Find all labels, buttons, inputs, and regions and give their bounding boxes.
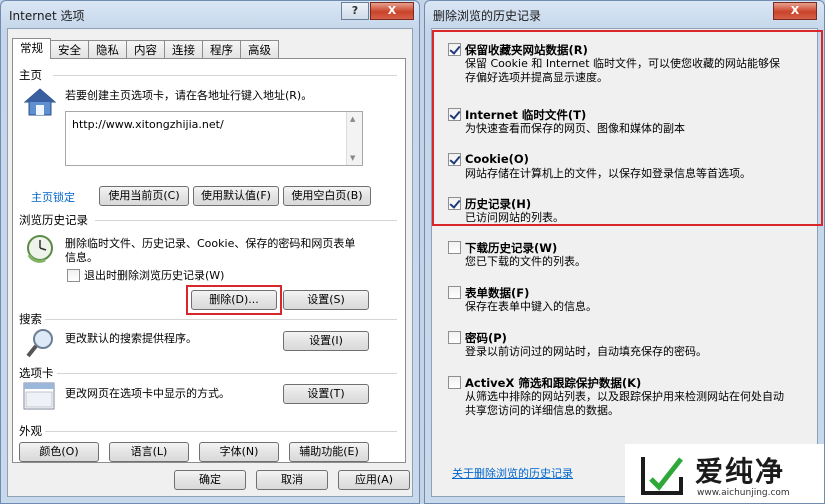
use-blank-button[interactable]: 使用空白页(B) (283, 186, 371, 206)
search-icon (26, 329, 53, 358)
search-settings-button[interactable]: 设置(I) (283, 331, 369, 351)
tabs-heading: 选项卡 (19, 366, 54, 380)
home-heading: 主页 (19, 68, 42, 82)
tabs-description: 更改网页在选项卡中显示的方式。 (65, 387, 230, 400)
internet-options-window: Internet 选项 ? X 常规 安全 隐私 内容 连接 程序 高级 主页 … (0, 0, 420, 504)
item-title: 历史记录(H) (465, 197, 532, 211)
item-description: 登录以前访问过的网站时，自动填充保存的密码。 (465, 345, 707, 358)
fonts-button[interactable]: 字体(N) (199, 442, 279, 462)
tab-security[interactable]: 安全 (50, 40, 89, 59)
item-description: 保存在表单中键入的信息。 (465, 300, 597, 313)
search-description: 更改默认的搜索提供程序。 (65, 332, 197, 345)
item-title: 密码(P) (465, 331, 507, 345)
history-settings-button[interactable]: 设置(S) (283, 290, 369, 310)
home-lock-link[interactable]: 主页锁定 (31, 189, 75, 205)
about-delete-history-link[interactable]: 关于删除浏览的历史记录 (452, 465, 573, 481)
history-description: 删除临时文件、历史记录、Cookie、保存的密码和网页表单信息。 (65, 237, 356, 264)
window-title: Internet 选项 (9, 9, 85, 23)
logo-icon (641, 457, 683, 495)
temporary-files-checkbox[interactable] (448, 108, 461, 121)
item-description: 网站存储在计算机上的文件，以保存如登录信息等首选项。 (465, 167, 751, 180)
scroll-down-icon[interactable]: ▼ (350, 154, 355, 162)
divider (45, 319, 397, 320)
search-heading: 搜索 (19, 312, 42, 326)
divider (57, 373, 397, 374)
highlight-box (186, 285, 282, 315)
delete-history-window: 删除浏览的历史记录 X 保留收藏夹网站数据(R) 保留 Cookie 和 Int… (424, 0, 825, 504)
ok-button[interactable]: 确定 (174, 470, 246, 490)
item-title: Internet 临时文件(T) (465, 108, 587, 122)
divider (53, 75, 397, 76)
cookies-checkbox[interactable] (448, 153, 461, 166)
tab-privacy[interactable]: 隐私 (88, 40, 127, 59)
home-url-value: http://www.xitongzhijia.net/ (72, 118, 224, 131)
home-icon (23, 88, 57, 116)
help-button[interactable]: ? (341, 2, 369, 20)
tabs-window-icon (23, 382, 55, 410)
item-description: 保留 Cookie 和 Internet 临时文件，可以使您收藏的网站能够保存偏… (465, 57, 780, 84)
download-history-checkbox[interactable] (448, 241, 461, 254)
passwords-checkbox[interactable] (448, 331, 461, 344)
appearance-heading: 外观 (19, 424, 42, 438)
cancel-button[interactable]: 取消 (256, 470, 328, 490)
item-description: 您已下载的文件的列表。 (465, 255, 586, 268)
tab-content[interactable]: 内容 (126, 40, 165, 59)
tab-advanced[interactable]: 高级 (240, 40, 279, 59)
title-bar[interactable]: 删除浏览的历史记录 X (425, 1, 824, 28)
tab-general[interactable]: 常规 (12, 38, 51, 59)
item-title: ActiveX 筛选和跟踪保护数据(K) (465, 376, 642, 390)
item-title: Cookie(O) (465, 152, 529, 166)
delete-on-exit-label: 退出时删除浏览历史记录(W) (84, 269, 225, 282)
form-data-checkbox[interactable] (448, 286, 461, 299)
watermark-url: www.aichunjing.com (697, 488, 790, 498)
item-description: 已访问网站的列表。 (465, 211, 564, 224)
scroll-up-icon[interactable]: ▲ (350, 115, 355, 123)
dialog-body: 保留收藏夹网站数据(R) 保留 Cookie 和 Internet 临时文件，可… (431, 28, 823, 497)
close-button[interactable]: X (370, 2, 414, 20)
watermark: 爱纯净 www.aichunjing.com (625, 444, 824, 503)
history-heading: 浏览历史记录 (19, 213, 88, 227)
url-scrollbar[interactable]: ▲ ▼ (346, 112, 362, 165)
colors-button[interactable]: 颜色(O) (19, 442, 99, 462)
divider (45, 431, 397, 432)
home-description: 若要创建主页选项卡，请在各地址行键入地址(R)。 (65, 89, 313, 102)
accessibility-button[interactable]: 辅助功能(E) (289, 442, 369, 462)
delete-on-exit-checkbox[interactable] (67, 269, 80, 282)
item-title: 保留收藏夹网站数据(R) (465, 43, 588, 57)
title-bar[interactable]: Internet 选项 ? X (1, 1, 419, 28)
item-description: 为快速查看而保存的网页、图像和媒体的副本 (465, 122, 685, 135)
close-button[interactable]: X (773, 2, 817, 20)
history-clock-icon (27, 235, 53, 263)
activex-filtering-checkbox[interactable] (448, 376, 461, 389)
watermark-text: 爱纯净 (695, 455, 786, 488)
divider (95, 220, 397, 221)
tabs-settings-button[interactable]: 设置(T) (283, 384, 369, 404)
use-current-page-button[interactable]: 使用当前页(C) (99, 186, 189, 206)
item-title: 表单数据(F) (465, 286, 530, 300)
tab-connections[interactable]: 连接 (164, 40, 203, 59)
languages-button[interactable]: 语言(L) (109, 442, 189, 462)
dialog-body: 常规 安全 隐私 内容 连接 程序 高级 主页 若要创建主页选项卡，请在各地址行… (7, 28, 413, 497)
use-default-button[interactable]: 使用默认值(F) (193, 186, 279, 206)
tab-strip: 常规 安全 隐私 内容 连接 程序 高级 (12, 38, 279, 59)
history-checkbox[interactable] (448, 197, 461, 210)
home-url-input[interactable]: http://www.xitongzhijia.net/ ▲ ▼ (65, 111, 363, 166)
item-title: 下载历史记录(W) (465, 241, 558, 255)
general-tab-panel: 主页 若要创建主页选项卡，请在各地址行键入地址(R)。 http://www.x… (12, 58, 406, 463)
window-title: 删除浏览的历史记录 (433, 9, 542, 23)
apply-button[interactable]: 应用(A) (338, 470, 410, 490)
preserve-favorites-checkbox[interactable] (448, 43, 461, 56)
item-description: 从筛选中排除的网站列表，以及跟踪保护用来检测网站在何处自动共享您访问的详细信息的… (465, 390, 784, 417)
tab-programs[interactable]: 程序 (202, 40, 241, 59)
